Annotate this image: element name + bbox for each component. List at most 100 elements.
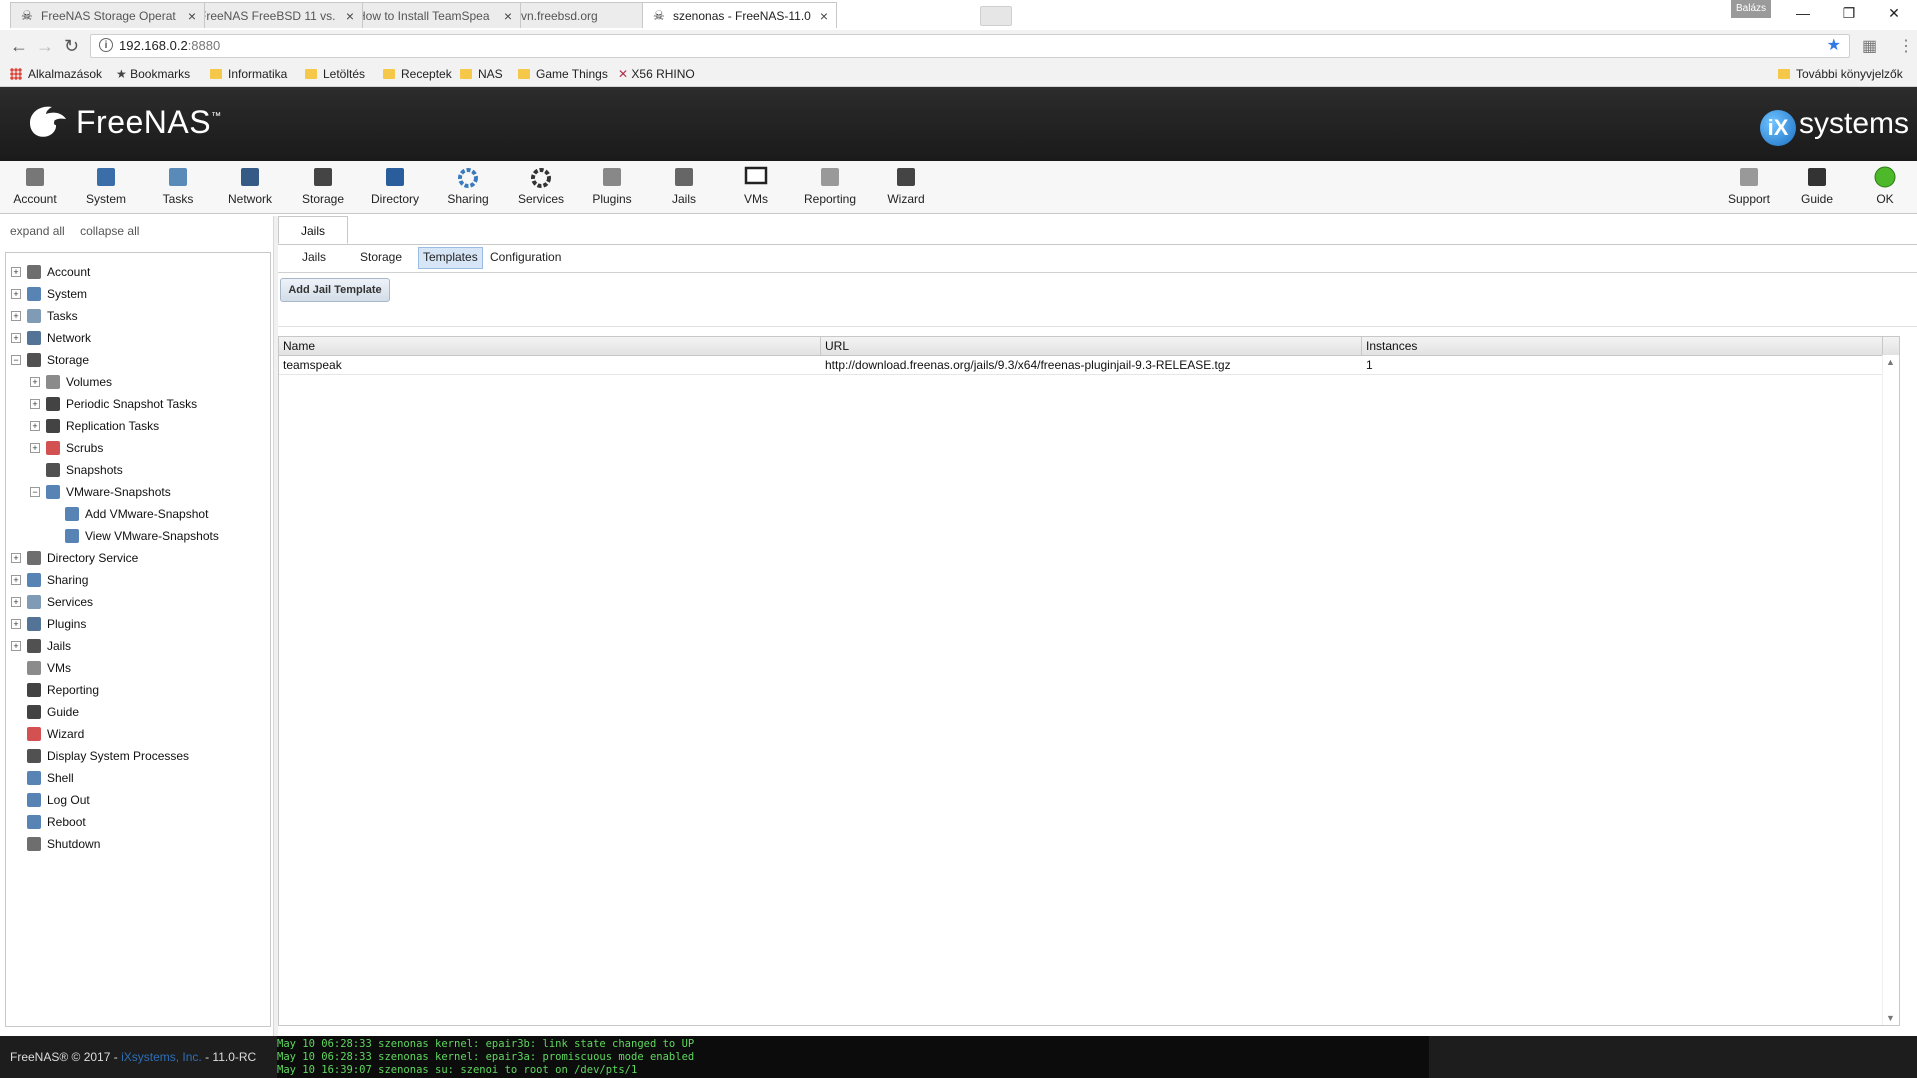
other-bookmarks-label: További könyvjelzők <box>1796 67 1903 81</box>
tab-close-icon[interactable]: × <box>188 3 196 28</box>
bookmark-let-lt-s[interactable]: Letöltés <box>305 66 365 82</box>
expand-all-link[interactable]: expand all <box>10 224 65 238</box>
minimize-button[interactable]: — <box>1780 0 1826 28</box>
expand-icon[interactable]: + <box>11 597 21 607</box>
tab-close-icon[interactable]: × <box>346 3 354 28</box>
expand-icon[interactable]: + <box>11 267 21 277</box>
toolbar-tasks-button[interactable]: Tasks <box>146 165 210 206</box>
add-jail-template-button[interactable]: Add Jail Template <box>280 278 390 302</box>
expand-icon[interactable]: + <box>30 399 40 409</box>
browser-menu-icon[interactable]: ⋮ <box>1898 36 1914 56</box>
bookmark-label: Letöltés <box>323 67 366 81</box>
bookmark-game-things[interactable]: Game Things <box>518 66 608 82</box>
tab-close-icon[interactable]: × <box>820 3 828 28</box>
column-header-name[interactable]: Name <box>279 337 821 355</box>
bookmark-label: Informatika <box>228 67 288 81</box>
add-vmware-snapshot-icon <box>65 507 79 521</box>
toolbar-guide-button[interactable]: Guide <box>1785 165 1849 206</box>
expand-icon[interactable]: + <box>11 641 21 651</box>
ixsystems-link[interactable]: iXsystems, Inc. <box>121 1050 202 1064</box>
expand-icon[interactable]: + <box>11 553 21 563</box>
content-tab-bar: Jails <box>278 216 1917 245</box>
browser-tab-title: FreeNAS FreeBSD 11 vs. <box>199 9 336 23</box>
bookmark-nas[interactable]: NAS <box>460 66 503 82</box>
toolbar-plugins-button[interactable]: Plugins <box>580 165 644 206</box>
subtab-jails[interactable]: Jails <box>298 247 330 267</box>
copyright: FreeNAS® © 2017 - iXsystems, Inc. - 11.0… <box>10 1050 256 1064</box>
profile-badge[interactable]: Balázs <box>1731 0 1771 18</box>
grid-scrollbar[interactable]: ▲ ▼ <box>1882 355 1899 1025</box>
toolbar-network-button[interactable]: Network <box>218 165 282 206</box>
x-icon: ✕ <box>618 67 632 81</box>
tab-close-icon[interactable]: × <box>504 3 512 28</box>
toolbar-vms-button[interactable]: VMs <box>724 165 788 206</box>
expand-icon[interactable]: + <box>11 289 21 299</box>
expand-icon[interactable]: + <box>30 421 40 431</box>
vms-icon <box>744 166 768 185</box>
jails-subtabs: Jails Storage Templates Configuration <box>278 247 1917 269</box>
bookmark-star-icon[interactable]: ★ <box>1827 35 1841 57</box>
forward-icon[interactable]: → <box>36 36 54 56</box>
ixsystems-logo-text: systems <box>1798 107 1909 140</box>
close-window-button[interactable]: ✕ <box>1871 0 1917 28</box>
tab-jails[interactable]: Jails <box>278 216 348 244</box>
subtab-configuration[interactable]: Configuration <box>486 247 565 267</box>
back-icon[interactable]: ← <box>10 36 28 56</box>
toolbar-label: Directory <box>370 192 419 206</box>
expand-icon[interactable]: + <box>30 443 40 453</box>
collapse-all-link[interactable]: collapse all <box>80 224 139 238</box>
bookmark-receptek[interactable]: Receptek <box>383 66 452 82</box>
info-icon[interactable]: i <box>99 38 113 52</box>
toolbar-services-button[interactable]: Services <box>509 165 573 206</box>
tree-item-label: Wizard <box>47 727 85 741</box>
bookmark-x56-rhino[interactable]: ✕ X56 RHINO <box>618 66 695 82</box>
collapse-icon[interactable]: − <box>30 487 40 497</box>
toolbar-directory-button[interactable]: Directory <box>363 165 427 206</box>
toolbar-jails-button[interactable]: Jails <box>652 165 716 206</box>
column-header-url[interactable]: URL <box>821 337 1362 355</box>
url-input[interactable]: i 192.168.0.2:8880 ★ <box>90 34 1850 58</box>
bookmark-alkalmaz-sok[interactable]: Alkalmazások <box>10 66 102 82</box>
subtab-storage[interactable]: Storage <box>356 247 406 267</box>
expand-icon[interactable]: + <box>11 311 21 321</box>
toolbar-label: Services <box>517 192 564 206</box>
scroll-up-icon[interactable]: ▲ <box>1886 357 1895 367</box>
browser-tab-5[interactable]: ☠ szenonas - FreeNAS-11.0 × <box>642 2 837 28</box>
toolbar-support-button[interactable]: Support <box>1717 165 1781 206</box>
bookmark-label: Alkalmazások <box>28 67 103 81</box>
tree-item-label: Storage <box>47 353 90 367</box>
account-icon <box>26 168 44 186</box>
expand-icon[interactable]: + <box>11 619 21 629</box>
extension-icon[interactable]: ▦ <box>1862 36 1877 56</box>
expand-icon[interactable]: + <box>11 333 21 343</box>
new-tab-button[interactable] <box>980 6 1012 26</box>
toolbar-storage-button[interactable]: Storage <box>291 165 355 206</box>
ixsystems-logo: iX systems <box>1759 107 1909 146</box>
expand-icon[interactable]: + <box>11 575 21 585</box>
bookmark-label: NAS <box>478 67 503 81</box>
collapse-icon[interactable]: − <box>11 355 21 365</box>
reload-icon[interactable]: ↻ <box>64 36 79 56</box>
toolbar-reporting-button[interactable]: Reporting <box>798 165 862 206</box>
table-row[interactable]: teamspeak http://download.freenas.org/jai… <box>279 356 1899 375</box>
maximize-button[interactable]: ❐ <box>1826 0 1872 28</box>
view-vmware-snapshots-icon <box>65 529 79 543</box>
freenas-logo-text: FreeNAS <box>76 104 212 140</box>
shutdown-icon <box>27 837 41 851</box>
bookmark-bookmarks[interactable]: ★ Bookmarks <box>116 66 190 82</box>
bookmark-informatika[interactable]: Informatika <box>210 66 287 82</box>
other-bookmarks[interactable]: További könyvjelzők <box>1778 66 1903 82</box>
toolbar-wizard-button[interactable]: Wizard <box>874 165 938 206</box>
subtab-templates[interactable]: Templates <box>418 247 483 269</box>
browser-tab-1[interactable]: ☠ FreeNAS Storage Operat × <box>10 2 205 28</box>
volumes-icon <box>46 375 60 389</box>
expand-icon[interactable]: + <box>30 377 40 387</box>
column-header-instances[interactable]: Instances <box>1362 337 1883 355</box>
support-icon <box>1740 168 1758 186</box>
tree-item-label: Reboot <box>47 815 86 829</box>
toolbar-sharing-button[interactable]: Sharing <box>436 165 500 206</box>
scroll-down-icon[interactable]: ▼ <box>1886 1013 1895 1023</box>
toolbar-account-button[interactable]: Account <box>3 165 67 206</box>
toolbar-ok-button[interactable]: OK <box>1853 165 1917 206</box>
toolbar-system-button[interactable]: System <box>74 165 138 206</box>
